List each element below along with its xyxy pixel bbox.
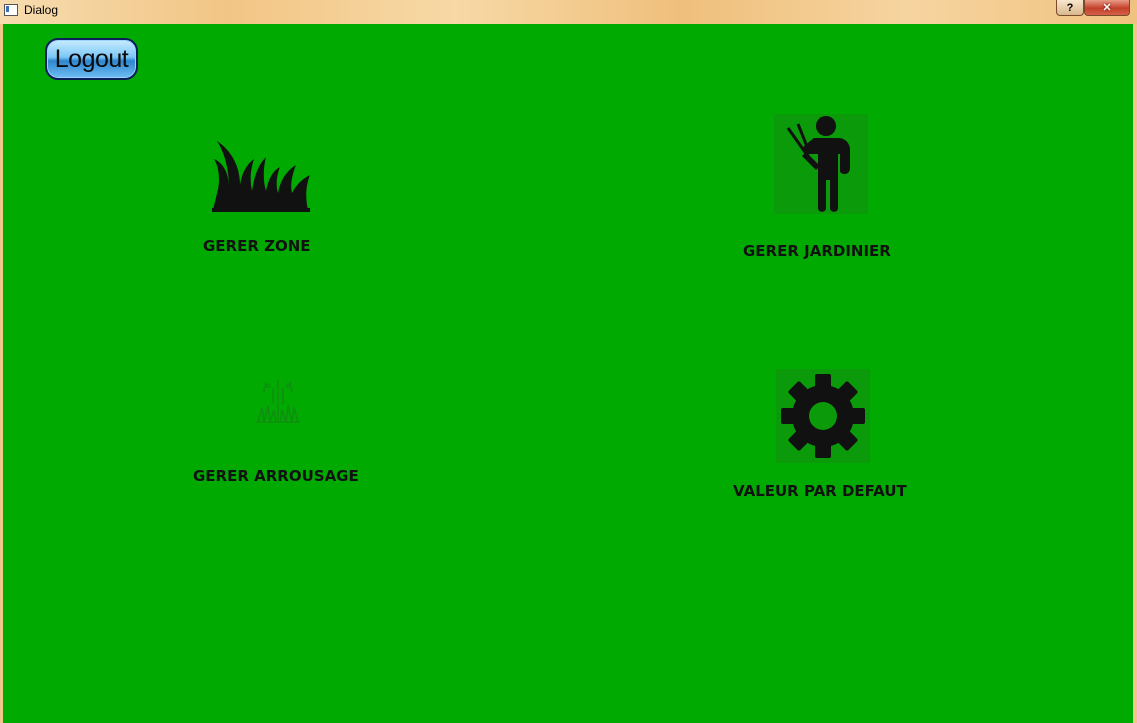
grass-icon[interactable] xyxy=(210,137,312,213)
logout-button[interactable]: Logout xyxy=(45,38,138,80)
window-controls: ? ✕ xyxy=(1056,0,1130,16)
gerer-zone-label[interactable]: GERER ZONE xyxy=(203,237,311,255)
window-icon xyxy=(4,4,18,16)
window-title: Dialog xyxy=(24,3,59,17)
close-button[interactable]: ✕ xyxy=(1084,0,1130,16)
help-button[interactable]: ? xyxy=(1056,0,1084,16)
gerer-jardinier-label[interactable]: GERER JARDINIER xyxy=(743,242,891,260)
title-bar: Dialog ? ✕ xyxy=(0,0,1137,24)
sprinkler-icon[interactable] xyxy=(254,376,302,424)
dialog-content: Logout GERER ZONE GERER JARDINIER GERER … xyxy=(3,24,1133,723)
valeur-par-defaut-label[interactable]: VALEUR PAR DEFAUT xyxy=(733,482,907,500)
gerer-arrousage-label[interactable]: GERER ARROUSAGE xyxy=(193,467,359,485)
gear-icon[interactable] xyxy=(776,369,870,463)
gardener-icon[interactable] xyxy=(774,114,868,214)
